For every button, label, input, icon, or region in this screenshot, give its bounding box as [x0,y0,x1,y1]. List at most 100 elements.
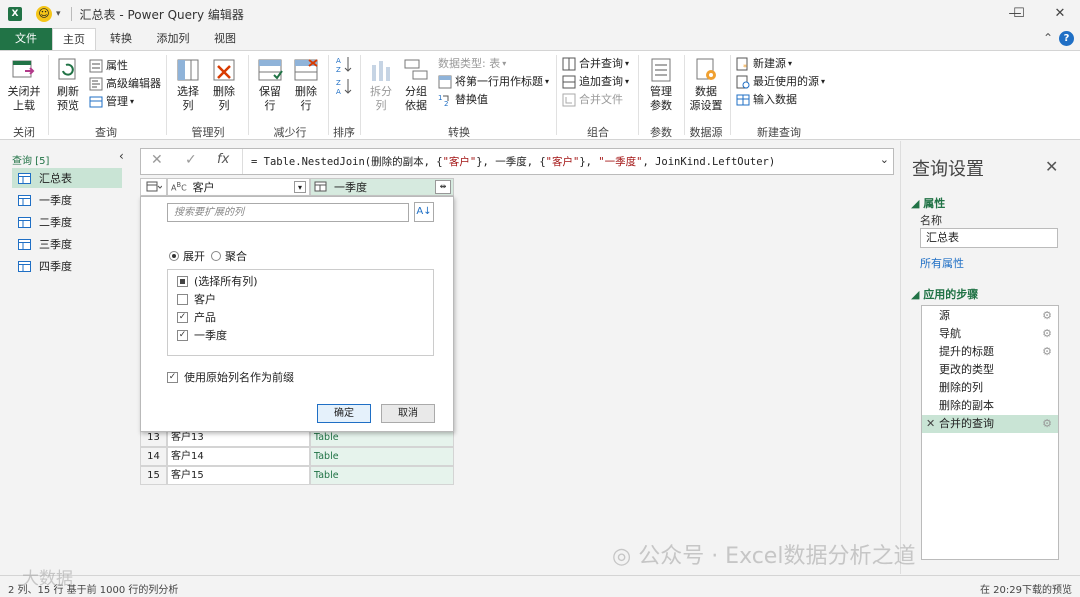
column-checkbox[interactable]: 客户 [177,291,216,307]
properties-button[interactable]: 属性 [89,57,128,75]
wechat-icon: ◎ [612,544,632,569]
step-settings-gear-icon[interactable]: ⚙ [1042,307,1052,325]
column-header-q1[interactable]: 一季度 ⇹ [310,178,454,196]
fx-icon[interactable]: fx [217,152,229,167]
tab-add-column[interactable]: 添加列 [147,28,199,50]
cancel-formula-icon[interactable]: ✕ [151,152,163,168]
enter-data-button[interactable]: 输入数据 [736,91,797,109]
radio-aggregate[interactable]: 聚合 [211,248,247,264]
checkbox-icon[interactable] [177,275,188,287]
new-source-button[interactable]: * 新建源 ▾ [736,55,792,73]
collapse-ribbon-icon[interactable]: ⌃ [1043,31,1053,45]
close-settings-icon[interactable]: ✕ [1045,157,1058,176]
query-item[interactable]: 一季度 [12,190,122,210]
replace-values-button[interactable]: 12 替换值 [438,91,488,109]
data-type-dropdown[interactable]: 数据类型: 表 ▾ [438,55,506,73]
applied-step[interactable]: ✕ 合并的查询 ⚙ [922,415,1058,433]
manage-parameters-button[interactable]: 管理 参数 [643,57,679,113]
applied-step[interactable]: 导航 ⚙ [922,325,1058,343]
close-and-load-button[interactable]: 关闭并 上载 [4,57,44,113]
sort-az-icon[interactable]: A↓ [414,202,434,222]
ribbon: 关闭并 上载 关闭 刷新 预览 属性 高级编辑器 管理 ▾ 查询 选择 列 删除 … [0,50,1080,140]
quick-access-dropdown-icon[interactable]: ▾ [56,9,61,19]
radio-expand[interactable]: 展开 [169,248,205,264]
sort-ascending-button[interactable]: AZ [336,55,355,73]
radio-aggregate-circle[interactable] [211,251,221,261]
split-column-button[interactable]: 拆分 列 [366,57,396,113]
refresh-preview-button[interactable]: 刷新 预览 [52,57,84,113]
all-properties-link[interactable]: 所有属性 [920,255,964,271]
advanced-editor-button[interactable]: 高级编辑器 [89,75,161,93]
append-queries-icon [562,75,576,89]
cancel-button[interactable]: 取消 [381,404,435,423]
collapse-pane-icon[interactable]: ‹ [119,149,124,163]
smiley-feedback-icon[interactable]: ☺ [36,6,52,22]
remove-rows-button[interactable]: 删除 行 [290,57,322,113]
applied-step[interactable]: 源 ⚙ [922,307,1058,325]
text-type-icon[interactable]: ABC [171,181,187,193]
column-checkbox[interactable]: ✓ 一季度 [177,327,227,343]
properties-section[interactable]: ◢ 属性 [911,195,945,211]
append-queries-button[interactable]: 追加查询 ▾ [562,73,629,91]
checkbox-icon[interactable] [177,293,188,305]
use-first-row-headers-button[interactable]: 将第一行用作标题 ▾ [438,73,549,91]
search-columns-input[interactable]: 搜索要扩展的列 [167,203,409,222]
applied-steps-section[interactable]: ◢ 应用的步骤 [911,286,978,302]
prefix-check-icon[interactable]: ✓ [167,371,178,383]
applied-step[interactable]: 删除的副本 [922,397,1058,415]
merge-queries-button[interactable]: 合并查询 ▾ [562,55,629,73]
use-prefix-checkbox[interactable]: ✓ 使用原始列名作为前缀 [167,369,294,385]
step-settings-gear-icon[interactable]: ⚙ [1042,343,1052,361]
keep-rows-button[interactable]: 保留 行 [254,57,286,113]
tab-transform[interactable]: 转换 [100,28,142,50]
query-item[interactable]: 汇总表 [12,168,122,188]
manage-button[interactable]: 管理 ▾ [89,93,134,111]
svg-text:A: A [336,57,341,65]
table-link-cell[interactable]: Table [310,466,454,485]
column-checkbox[interactable]: ✓ 产品 [177,309,216,325]
sort-ascending-icon: AZ [336,57,352,73]
ok-button[interactable]: 确定 [317,404,371,423]
recent-sources-button[interactable]: 最近使用的源 ▾ [736,73,825,91]
data-source-settings-icon [696,58,716,80]
remove-columns-icon [213,59,235,81]
expand-column-icon[interactable]: ⇹ [435,180,451,194]
expand-formula-icon[interactable]: ⌄ [880,153,889,166]
tab-file[interactable]: 文件 [0,28,52,50]
query-item[interactable]: 三季度 [12,234,122,254]
query-name-input[interactable]: 汇总表 [920,228,1058,248]
close-button[interactable]: ✕ [1040,0,1080,28]
applied-step[interactable]: 删除的列 [922,379,1058,397]
group-by-button[interactable]: 分组 依据 [400,57,432,113]
tab-view[interactable]: 视图 [204,28,246,50]
customer-cell[interactable]: 客户14 [167,447,310,466]
step-settings-gear-icon[interactable]: ⚙ [1042,415,1052,433]
sort-descending-button[interactable]: ZA [336,77,355,95]
formula-text[interactable]: = Table.NestedJoin(删除的副本, {"客户"}, 一季度, {… [251,154,775,169]
filter-dropdown-icon[interactable]: ▾ [294,181,306,193]
customer-cell[interactable]: 客户15 [167,466,310,485]
table-menu-icon[interactable] [140,178,167,196]
data-source-settings-button[interactable]: 数据 源设置 [688,57,724,113]
delete-step-icon[interactable]: ✕ [926,415,935,433]
checkbox-icon[interactable]: ✓ [177,329,188,341]
table-link-cell[interactable]: Table [310,447,454,466]
radio-expand-circle[interactable] [169,251,179,261]
table-row[interactable]: 14 客户14 Table [140,447,454,466]
accept-formula-icon[interactable]: ✓ [185,152,197,168]
help-icon[interactable]: ? [1059,31,1074,46]
tab-home[interactable]: 主页 [52,28,96,50]
column-checkbox[interactable]: (选择所有列) [177,273,258,289]
remove-columns-button[interactable]: 删除 列 [208,57,240,113]
query-item[interactable]: 二季度 [12,212,122,232]
query-item[interactable]: 四季度 [12,256,122,276]
step-settings-gear-icon[interactable]: ⚙ [1042,325,1052,343]
applied-step[interactable]: 提升的标题 ⚙ [922,343,1058,361]
keep-rows-icon [258,59,283,81]
choose-columns-button[interactable]: 选择 列 [172,57,204,113]
applied-step[interactable]: 更改的类型 [922,361,1058,379]
combine-files-button[interactable]: 合并文件 [562,91,623,109]
column-header-customer[interactable]: ABC 客户 ▾ [167,178,310,196]
table-row[interactable]: 15 客户15 Table [140,466,454,485]
checkbox-icon[interactable]: ✓ [177,311,188,323]
